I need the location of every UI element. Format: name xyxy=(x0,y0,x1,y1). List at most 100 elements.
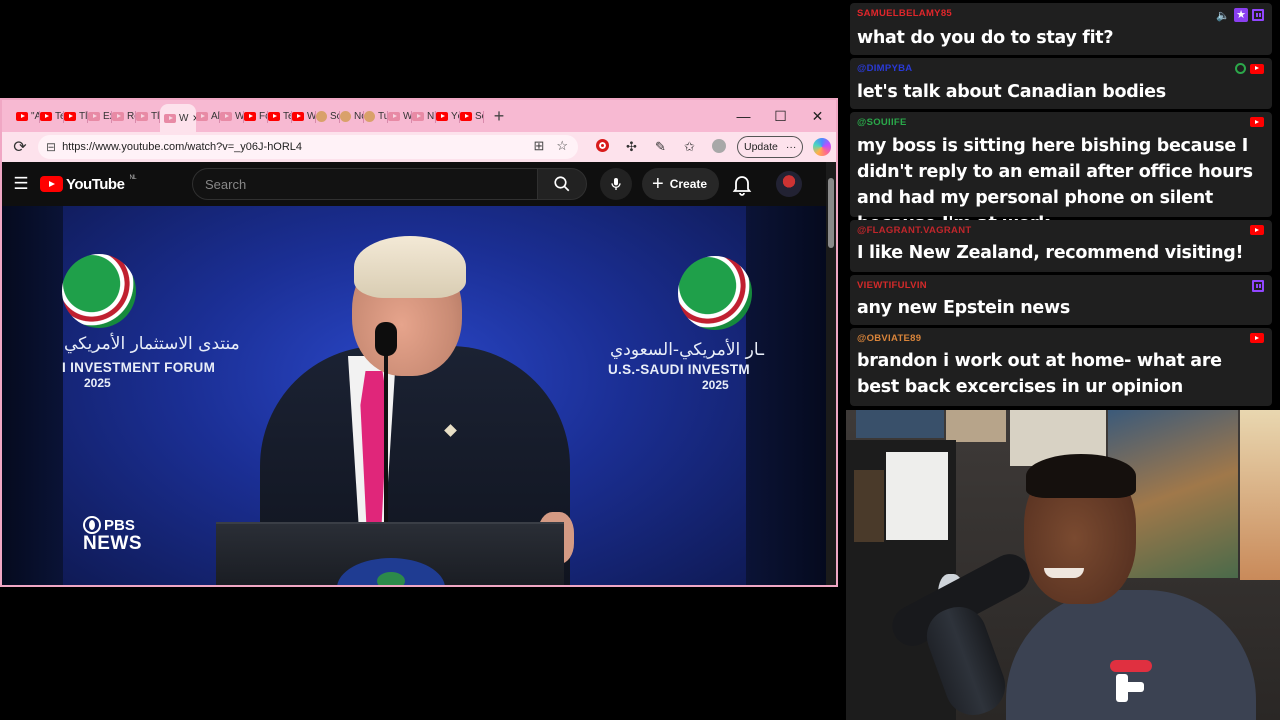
window-controls: — ☐ ✕ xyxy=(725,100,836,132)
browser-tab[interactable]: Sc xyxy=(316,103,340,129)
search-box xyxy=(192,168,538,200)
browser-tab[interactable]: Fc xyxy=(244,103,268,129)
update-button[interactable]: Update ··· xyxy=(737,136,804,158)
streamer-hair xyxy=(1026,454,1136,498)
youtube-favicon-icon xyxy=(40,111,52,121)
tab-separator xyxy=(483,111,484,123)
youtube-header: ☰ YouTube NL + Create xyxy=(2,162,826,206)
favorite-star-icon[interactable]: ☆ xyxy=(556,138,568,154)
chat-username: VIEWTIFULVIN xyxy=(857,280,927,291)
pbs-text: PBS xyxy=(104,516,135,534)
shelf-book xyxy=(854,470,884,542)
close-window-button[interactable]: ✕ xyxy=(799,108,836,125)
youtube-icon xyxy=(1250,225,1264,235)
page-scrollbar[interactable] xyxy=(826,162,836,585)
menu-hamburger-icon[interactable]: ☰ xyxy=(2,174,40,194)
browser-tab[interactable]: Tu xyxy=(364,103,388,129)
chat-text: any new Epstein news xyxy=(857,298,1070,318)
browser-tab[interactable]: "A xyxy=(16,103,40,129)
browser-tab[interactable]: Tl xyxy=(136,103,160,129)
minimize-button[interactable]: — xyxy=(725,108,762,124)
poster-right xyxy=(1240,410,1280,580)
twitch-icon xyxy=(1252,280,1264,292)
youtube-logo-text: YouTube xyxy=(66,175,125,193)
chat-message: SAMUELBELAMY85 what do you do to stay fit… xyxy=(850,3,1272,55)
chat-overlay: SAMUELBELAMY85 what do you do to stay fit… xyxy=(850,0,1272,408)
video-letterbox-left xyxy=(2,206,63,585)
browser-tab[interactable]: W xyxy=(292,103,316,129)
forum-year-left: 2025 xyxy=(84,376,111,390)
url-text[interactable]: https://www.youtube.com/watch?v=_y06J-hO… xyxy=(62,141,302,153)
maximize-button[interactable]: ☐ xyxy=(762,108,799,125)
browser-tab[interactable]: Ni xyxy=(412,103,436,129)
youtube-play-icon xyxy=(40,176,63,192)
youtube-favicon-icon xyxy=(16,111,28,121)
reload-icon[interactable]: ⟳ xyxy=(2,137,38,157)
edit-page-icon[interactable]: ✎ xyxy=(646,139,675,155)
youtube-favicon-icon xyxy=(292,111,304,121)
tab-title: W xyxy=(179,112,189,124)
tab-strip: "ATeTlExReTlW×AlWFcTeWScNcTuWNiYcSc + — … xyxy=(2,100,836,132)
notifications-bell-icon[interactable] xyxy=(730,172,754,196)
account-avatar[interactable] xyxy=(776,171,802,197)
browser-tab[interactable]: W xyxy=(220,103,244,129)
browser-tab[interactable]: W × xyxy=(160,104,196,132)
profile-icon[interactable] xyxy=(704,138,733,156)
browser-window: "ATeTlExReTlW×AlWFcTeWScNcTuWNiYcSc + — … xyxy=(0,98,838,587)
search-input[interactable] xyxy=(205,176,525,192)
browser-tab[interactable]: Al xyxy=(196,103,220,129)
browser-tab[interactable]: Ex xyxy=(88,103,112,129)
favorites-icon[interactable]: ✩ xyxy=(675,139,704,155)
chat-message: @FLAGRANT.VAGRANT I like New Zealand, rec… xyxy=(850,220,1272,272)
chat-text: brandon i work out at home- what are bes… xyxy=(857,351,1222,397)
search-button[interactable] xyxy=(537,168,587,200)
youtube-favicon-icon xyxy=(88,111,100,121)
more-menu-icon[interactable]: ··· xyxy=(786,141,797,153)
forum-arabic-left: منتدى الاستثمار الأمريكي xyxy=(64,334,240,354)
extensions-puzzle-icon[interactable]: ✣ xyxy=(617,139,646,155)
chat-username: SAMUELBELAMY85 xyxy=(857,8,952,19)
video-player[interactable]: منتدى الاستثمار الأمريكي I INVESTMENT FO… xyxy=(2,206,826,585)
white-box xyxy=(886,452,948,540)
youtube-favicon-icon xyxy=(244,111,256,121)
apps-icon[interactable]: ⊞ xyxy=(533,138,544,154)
browser-tab[interactable]: Yc xyxy=(436,103,460,129)
opera-extension-icon[interactable] xyxy=(588,139,617,155)
create-button[interactable]: + Create xyxy=(642,168,720,200)
chat-username: @DIMPYBA xyxy=(857,63,913,74)
new-tab-button[interactable]: + xyxy=(486,106,512,127)
shirt-logo xyxy=(1110,660,1152,704)
chat-username: @OBVIATE89 xyxy=(857,333,922,344)
address-bar[interactable]: ⊟ https://www.youtube.com/watch?v=_y06J-… xyxy=(38,135,578,159)
youtube-favicon-icon xyxy=(220,111,232,121)
chat-platform-icons xyxy=(1235,63,1264,74)
speaker-icon: 🔈 xyxy=(1216,9,1230,22)
browser-tab[interactable]: Te xyxy=(268,103,292,129)
youtube-logo[interactable]: YouTube NL xyxy=(40,175,137,193)
forum-english-left: I INVESTMENT FORUM xyxy=(62,360,216,375)
browser-tab[interactable]: Te xyxy=(40,103,64,129)
site-favicon-icon xyxy=(340,110,351,122)
chat-text: I like New Zealand, recommend visiting! xyxy=(857,243,1244,263)
chat-message: @DIMPYBA let's talk about Canadian bodies xyxy=(850,58,1272,109)
browser-tab[interactable]: Tl xyxy=(64,103,88,129)
site-info-icon[interactable]: ⊟ xyxy=(46,140,56,154)
browser-tab[interactable]: Re xyxy=(112,103,136,129)
youtube-favicon-icon xyxy=(64,111,76,121)
browser-tab[interactable]: Sc xyxy=(460,103,484,129)
stream-layout: "ATeTlExReTlW×AlWFcTeWScNcTuWNiYcSc + — … xyxy=(0,0,1280,720)
star-badge-icon: ★ xyxy=(1234,8,1248,22)
copilot-icon[interactable] xyxy=(813,138,832,156)
voice-search-button[interactable] xyxy=(600,168,632,200)
site-favicon-icon xyxy=(316,110,327,122)
plus-icon: + xyxy=(652,173,664,195)
chat-platform-icons xyxy=(1252,280,1264,292)
poster-top-center xyxy=(946,410,1006,442)
browser-tab[interactable]: W xyxy=(388,103,412,129)
browser-tab[interactable]: Nc xyxy=(340,103,364,129)
webcam-feed xyxy=(846,410,1280,720)
scrollbar-thumb[interactable] xyxy=(828,178,834,248)
pbs-head-icon xyxy=(83,516,101,534)
site-favicon-icon xyxy=(364,110,375,122)
youtube-favicon-icon xyxy=(268,111,280,121)
